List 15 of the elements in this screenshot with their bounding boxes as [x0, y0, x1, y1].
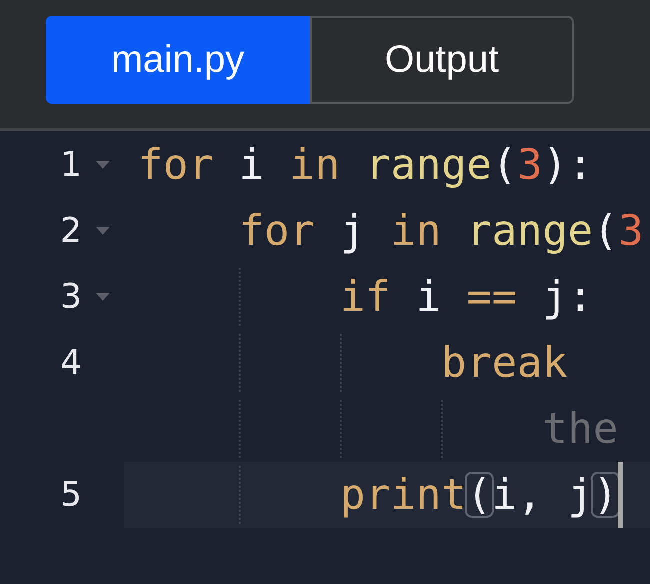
line-number: 1	[59, 145, 82, 185]
fold-arrow-icon[interactable]	[96, 227, 110, 235]
code-line: for i in range(3):	[137, 139, 594, 191]
inline-hint: the	[542, 403, 620, 455]
line-number: 5	[59, 475, 82, 515]
code-line: for j in range(3	[238, 205, 645, 257]
file-tab[interactable]: Output	[310, 16, 574, 104]
line-number: 2	[59, 211, 82, 251]
fold-arrow-icon[interactable]	[96, 293, 110, 301]
file-tab[interactable]: main.py	[46, 16, 310, 104]
line-number: 3	[59, 277, 82, 317]
code-line: break	[440, 337, 569, 389]
code-line: if i == j:	[339, 271, 594, 323]
fold-arrow-icon[interactable]	[96, 161, 110, 169]
line-number: 4	[59, 343, 82, 383]
